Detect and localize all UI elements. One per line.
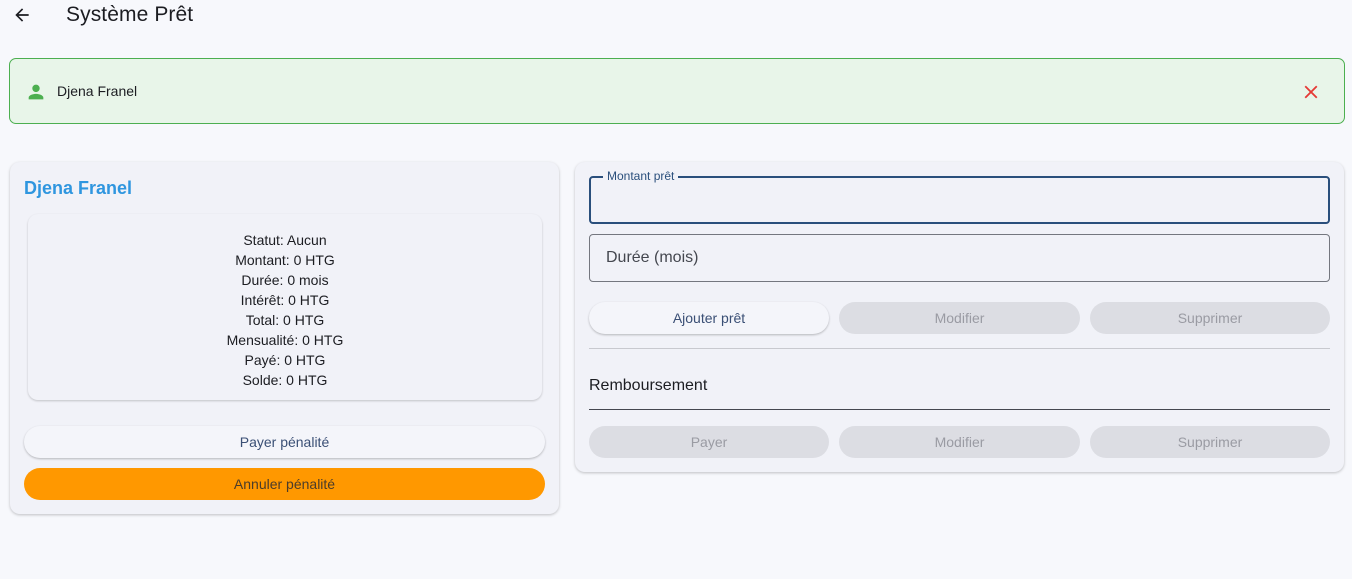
loan-summary-details: Statut: Aucun Montant: 0 HTG Durée: 0 mo… — [28, 214, 542, 400]
arrow-left-icon — [15, 8, 29, 22]
summary-status: Statut: Aucun — [243, 232, 327, 248]
loan-form-card: Montant prêt Durée (mois) Ajouter prêt M… — [575, 162, 1344, 472]
summary-amount: Montant: 0 HTG — [235, 252, 335, 268]
client-name-heading: Djena Franel — [24, 178, 133, 198]
pay-repayment-button[interactable]: Payer — [589, 426, 829, 458]
delete-loan-button[interactable]: Supprimer — [1090, 302, 1330, 334]
loan-amount-input[interactable] — [591, 178, 1328, 222]
summary-monthly-payment: Mensualité: 0 HTG — [226, 332, 344, 348]
cancel-penalty-button[interactable]: Annuler pénalité — [24, 468, 545, 500]
close-icon[interactable] — [1300, 81, 1322, 103]
app-bar: Système Prêt — [0, 0, 1352, 32]
summary-duration: Durée: 0 mois — [241, 272, 329, 288]
back-button[interactable] — [10, 3, 34, 27]
summary-interest: Intérêt: 0 HTG — [240, 292, 330, 308]
repayment-heading: Remboursement — [589, 377, 708, 394]
page-title: Système Prêt — [66, 3, 194, 26]
loan-summary-card: Djena Franel Statut: Aucun Montant: 0 HT… — [10, 162, 559, 514]
selected-client-name: Djena Franel — [57, 83, 138, 99]
selected-client-banner: Djena Franel — [9, 58, 1345, 124]
edit-loan-button[interactable]: Modifier — [839, 302, 1080, 334]
section-divider — [589, 348, 1330, 349]
delete-repayment-button[interactable]: Supprimer — [1090, 426, 1330, 458]
repayment-underline — [589, 409, 1330, 410]
person-icon — [28, 84, 44, 100]
loan-duration-field[interactable]: Durée (mois) — [589, 234, 1330, 282]
loan-duration-input[interactable] — [590, 235, 1329, 281]
add-loan-button[interactable]: Ajouter prêt — [589, 302, 829, 334]
summary-paid: Payé: 0 HTG — [244, 352, 326, 368]
summary-balance: Solde: 0 HTG — [242, 372, 328, 388]
pay-penalty-button[interactable]: Payer pénalité — [24, 426, 545, 458]
loan-amount-field[interactable]: Montant prêt — [589, 169, 1330, 224]
edit-repayment-button[interactable]: Modifier — [839, 426, 1080, 458]
summary-total: Total: 0 HTG — [245, 312, 325, 328]
